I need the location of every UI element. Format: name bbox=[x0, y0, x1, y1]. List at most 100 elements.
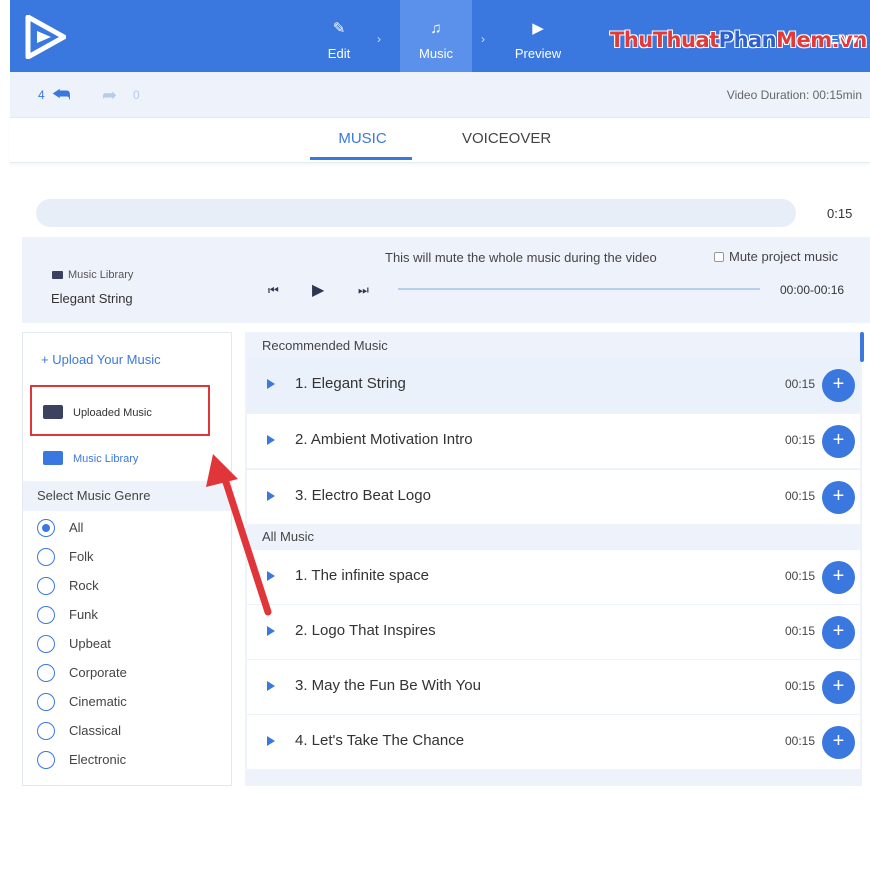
play-icon[interactable] bbox=[267, 681, 275, 691]
track-duration: 00:15 bbox=[785, 734, 816, 748]
radio-button[interactable] bbox=[37, 722, 55, 740]
sidebar-item-uploaded-music[interactable]: Uploaded Music bbox=[43, 405, 152, 419]
genre-option-classical[interactable]: Classical bbox=[37, 722, 121, 742]
play-icon[interactable] bbox=[267, 379, 275, 389]
track-list: Recommended Music 1. Elegant String 00:15… bbox=[245, 332, 862, 786]
play-icon[interactable] bbox=[267, 491, 275, 501]
genre-option-funk[interactable]: Funk bbox=[37, 606, 98, 626]
tab-voiceover[interactable]: VOICEOVER bbox=[462, 130, 551, 147]
play-icon[interactable] bbox=[267, 435, 275, 445]
redo-icon[interactable]: ➦ bbox=[102, 85, 117, 106]
all-music-heading: All Music bbox=[262, 529, 315, 544]
step-preview-label: Preview bbox=[514, 46, 562, 61]
track-title: 3. Electro Beat Logo bbox=[295, 487, 431, 504]
folder-icon bbox=[43, 405, 63, 419]
track-row[interactable]: 3. May the Fun Be With You 00:15 + bbox=[247, 660, 860, 714]
track-row[interactable]: 4. Let's Take The Chance 00:15 + bbox=[247, 715, 860, 769]
radio-button[interactable] bbox=[37, 664, 55, 682]
track-row[interactable]: 1. The infinite space 00:15 + bbox=[247, 550, 860, 604]
chevron-right-icon: › bbox=[481, 32, 485, 46]
radio-button[interactable] bbox=[37, 548, 55, 566]
redo-count: 0 bbox=[133, 88, 140, 102]
radio-button[interactable] bbox=[37, 635, 55, 653]
sidebar-item-music-library[interactable]: Music Library bbox=[43, 451, 138, 465]
recommended-heading: Recommended Music bbox=[262, 338, 388, 353]
history-bar: 4 ⮪ ➦ 0 Video Duration: 00:15min bbox=[10, 72, 870, 118]
mute-project-music-checkbox[interactable] bbox=[714, 252, 724, 262]
music-player: Music Library Elegant String This will m… bbox=[22, 237, 870, 323]
track-row[interactable]: 1. Elegant String 00:15 + bbox=[247, 358, 860, 412]
upload-music-link[interactable]: + Upload Your Music bbox=[41, 352, 161, 367]
step-edit-label: Edit bbox=[327, 46, 351, 61]
radio-button[interactable] bbox=[37, 606, 55, 624]
genre-heading: Select Music Genre bbox=[23, 481, 231, 511]
track-title: 3. May the Fun Be With You bbox=[295, 677, 481, 694]
video-duration: Video Duration: 00:15min bbox=[726, 88, 862, 102]
track-list-scrollbar[interactable] bbox=[860, 332, 864, 362]
genre-option-corporate[interactable]: Corporate bbox=[37, 664, 127, 684]
radio-button[interactable] bbox=[37, 577, 55, 595]
playback-range: 00:00-00:16 bbox=[780, 283, 845, 297]
add-track-button[interactable]: + bbox=[822, 616, 855, 649]
radio-button[interactable] bbox=[37, 751, 55, 769]
radio-button[interactable] bbox=[37, 519, 55, 537]
tab-bar: MUSIC VOICEOVER bbox=[10, 118, 870, 163]
play-icon[interactable] bbox=[267, 626, 275, 636]
track-duration: 00:15 bbox=[785, 679, 816, 693]
app-logo-icon[interactable] bbox=[24, 15, 66, 59]
play-icon[interactable] bbox=[267, 736, 275, 746]
mute-note: This will mute the whole music during th… bbox=[385, 250, 657, 265]
watermark-part-1: ThuThuat bbox=[610, 28, 719, 52]
track-duration: 00:15 bbox=[785, 377, 816, 391]
genre-option-folk[interactable]: Folk bbox=[37, 548, 94, 568]
genre-option-electronic[interactable]: Electronic bbox=[37, 751, 126, 771]
mute-project-music-label[interactable]: Mute project music bbox=[729, 249, 838, 264]
radio-button[interactable] bbox=[37, 693, 55, 711]
pencil-icon: ✎ bbox=[332, 20, 346, 37]
step-edit[interactable]: ✎ Edit bbox=[303, 0, 375, 72]
track-row[interactable]: 2. Ambient Motivation Intro 00:15 + bbox=[247, 414, 860, 468]
genre-option-rock[interactable]: Rock bbox=[37, 577, 99, 597]
genre-label: Corporate bbox=[69, 665, 127, 680]
track-duration: 00:15 bbox=[785, 569, 816, 583]
play-button-icon[interactable]: ▶ bbox=[312, 280, 324, 300]
genre-label: Rock bbox=[69, 578, 99, 593]
step-music-label: Music bbox=[419, 46, 453, 61]
next-track-icon[interactable]: ⏭ bbox=[358, 283, 369, 298]
genre-option-upbeat[interactable]: Upbeat bbox=[37, 635, 111, 655]
genre-label: Funk bbox=[69, 607, 98, 622]
genre-label: Cinematic bbox=[69, 694, 127, 709]
genre-option-all[interactable]: All bbox=[37, 519, 83, 539]
add-track-button[interactable]: + bbox=[822, 369, 855, 402]
step-music[interactable]: ♫ Music bbox=[400, 0, 472, 72]
genre-label: Electronic bbox=[69, 752, 127, 767]
chevron-right-icon: › bbox=[377, 32, 381, 46]
play-icon[interactable] bbox=[267, 571, 275, 581]
track-title: 1. The infinite space bbox=[295, 567, 429, 584]
previous-track-icon[interactable]: ⏮ bbox=[268, 283, 279, 298]
active-tab-indicator bbox=[310, 157, 412, 160]
music-timeline[interactable] bbox=[36, 199, 796, 227]
genre-label: Classical bbox=[69, 723, 122, 738]
timeline-time: 0:15 bbox=[827, 206, 853, 221]
language-selector[interactable]: EN ▾ bbox=[830, 32, 858, 48]
watermark-part-2: Phan bbox=[718, 28, 777, 52]
track-duration: 00:15 bbox=[785, 433, 816, 447]
add-track-button[interactable]: + bbox=[822, 726, 855, 759]
track-row[interactable]: 3. Electro Beat Logo 00:15 + bbox=[247, 470, 860, 524]
playback-progress-bar[interactable] bbox=[398, 288, 760, 290]
add-track-button[interactable]: + bbox=[822, 561, 855, 594]
genre-option-cinematic[interactable]: Cinematic bbox=[37, 693, 127, 713]
add-track-button[interactable]: + bbox=[822, 425, 855, 458]
genre-label: Folk bbox=[69, 549, 94, 564]
undo-icon[interactable]: ⮪ bbox=[52, 84, 71, 107]
watermark: ThuThuatPhanMem.vn bbox=[610, 28, 867, 52]
music-note-icon: ♫ bbox=[430, 20, 442, 37]
track-title: 4. Let's Take The Chance bbox=[295, 732, 465, 749]
track-row[interactable]: 2. Logo That Inspires 00:15 + bbox=[247, 605, 860, 659]
add-track-button[interactable]: + bbox=[822, 671, 855, 704]
add-track-button[interactable]: + bbox=[822, 481, 855, 514]
track-duration: 00:15 bbox=[785, 624, 816, 638]
step-preview[interactable]: ▶ Preview bbox=[502, 0, 574, 72]
tab-music[interactable]: MUSIC bbox=[312, 130, 413, 147]
